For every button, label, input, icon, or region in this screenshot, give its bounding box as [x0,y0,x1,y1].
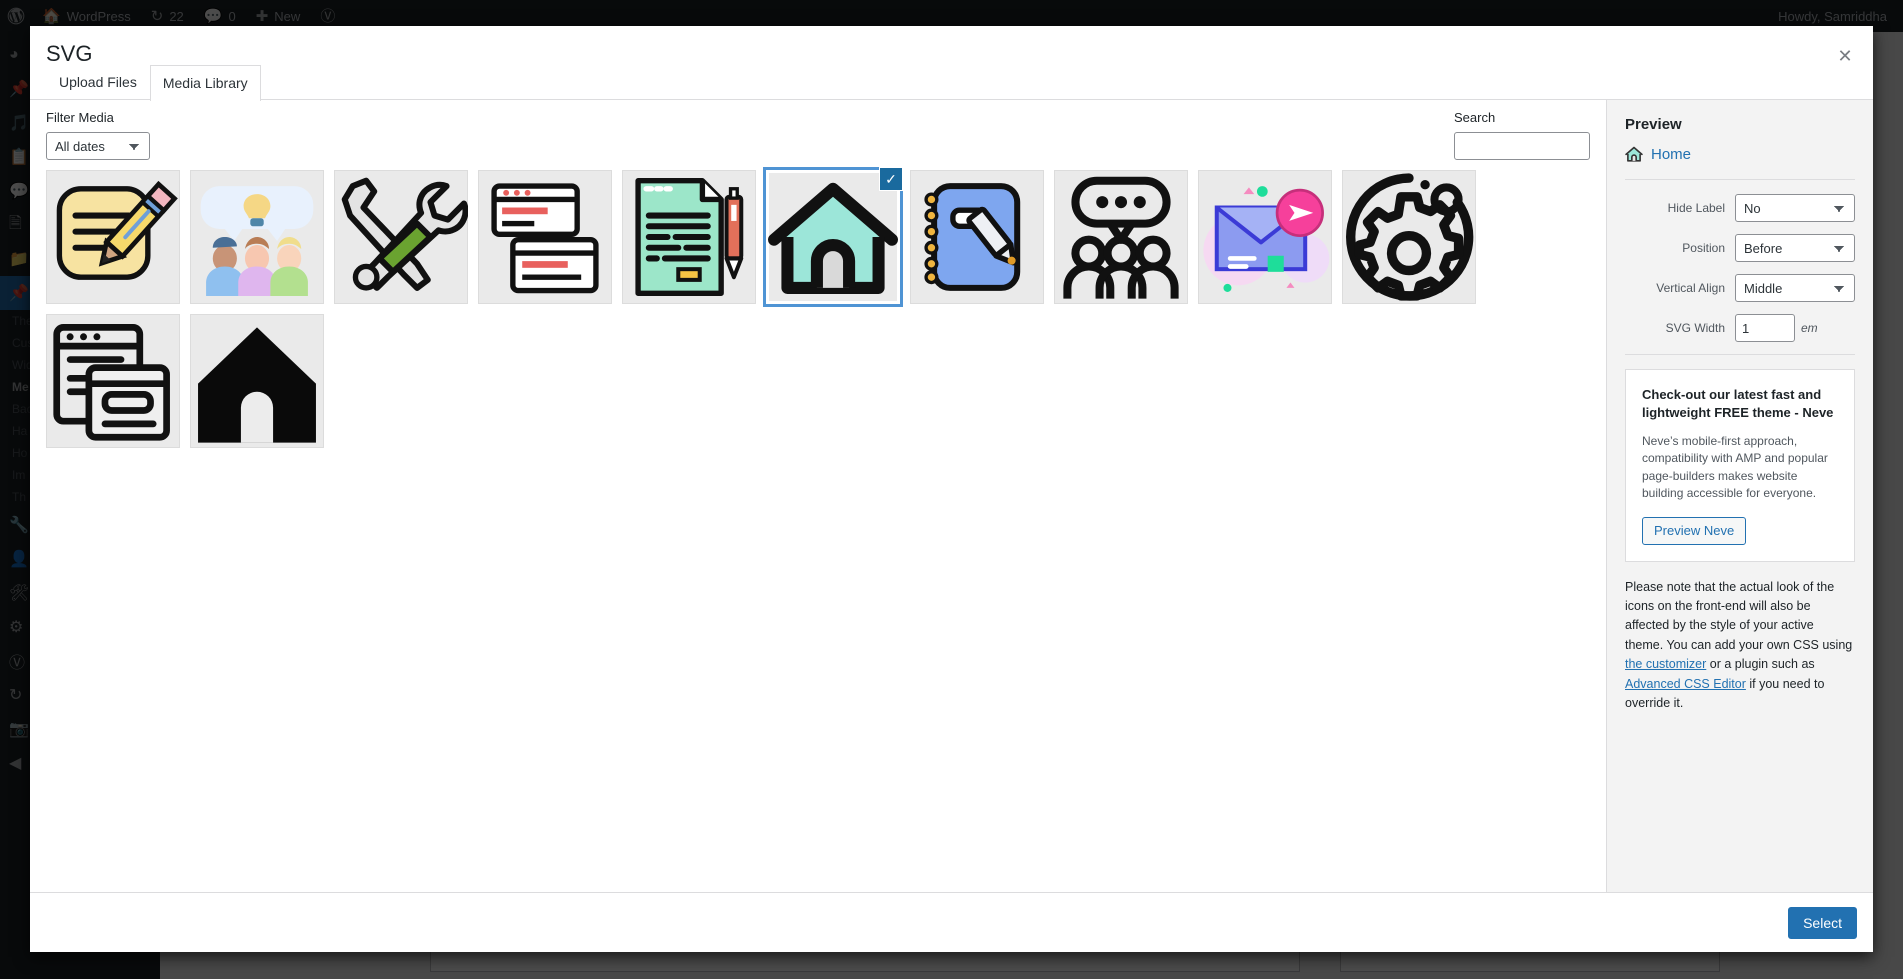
vertical-align-select[interactable]: Middle [1735,274,1855,302]
field-label: SVG Width [1665,321,1725,335]
tab-media-library[interactable]: Media Library [149,65,261,101]
field-control: em [1735,314,1855,342]
divider [1625,179,1855,180]
speech-people-icon [1063,176,1179,299]
people-lightbulb-icon [200,186,314,296]
close-icon[interactable]: ✕ [1827,38,1863,74]
modal-body: Filter Media All dates Search ✓ Preview … [30,100,1873,892]
attachment-notebook-pen-icon[interactable] [910,170,1044,304]
attachment-document-pen-icon[interactable] [622,170,756,304]
preview-sample: Home [1625,145,1855,165]
position-select[interactable]: Before [1735,234,1855,262]
field-control: Before [1735,234,1855,262]
field-label: Vertical Align [1656,281,1725,295]
divider [1625,354,1855,355]
search-input[interactable] [1454,132,1590,160]
notebook-pen-icon [924,183,1021,291]
media-library-modal: SVG ✕ Upload Files Media Library Filter … [30,26,1873,952]
field-control: Middle [1735,274,1855,302]
home-outline-icon [1625,146,1643,162]
attachment-wrench-screwdriver-icon[interactable] [334,170,468,304]
browser-layout-icon [53,324,170,441]
attachment-browser-layout-icon[interactable] [46,314,180,448]
envelope-send-icon [1203,186,1330,292]
media-toolbar: Filter Media All dates Search [30,100,1606,162]
preview-sidebar: Preview Home Hide Label No Position Befo… [1606,100,1873,892]
neve-promo-heading: Check-out our latest fast and lightweigh… [1642,387,1834,420]
filter-media-label: Filter Media [46,110,114,125]
preview-note: Please note that the actual look of the … [1625,578,1855,714]
neve-promo-description: Neve’s mobile-first approach, compatibil… [1642,434,1828,501]
svg-width-input[interactable] [1735,314,1795,342]
neve-promo-box: Check-out our latest fast and lightweigh… [1625,369,1855,562]
attachment-people-lightbulb-icon[interactable] [190,170,324,304]
select-button[interactable]: Select [1788,906,1857,939]
advanced-css-editor-link[interactable]: Advanced CSS Editor [1625,677,1746,691]
field-control: No [1735,194,1855,222]
date-filter-select[interactable]: All dates [46,132,150,160]
hide-label-select[interactable]: No [1735,194,1855,222]
field-label: Hide Label [1667,201,1725,215]
attachment-home-house-icon[interactable]: ✓ [765,167,903,305]
search-block: Search [1454,110,1590,160]
preview-sample-label: Home [1651,145,1692,163]
tab-upload-files[interactable]: Upload Files [46,64,150,100]
modal-header: SVG ✕ Upload Files Media Library [30,26,1873,101]
modal-tabs: Upload Files Media Library [46,64,261,101]
gear-settings-icon [1346,173,1474,301]
selected-check-icon: ✓ [879,167,903,191]
attachment-browser-windows-icon[interactable] [478,170,612,304]
document-pen-icon [635,178,744,296]
field-vertical-align: Vertical Align Middle [1625,274,1855,302]
field-label: Position [1682,241,1725,255]
svg-width-unit: em [1801,321,1818,335]
attachment-speech-people-icon[interactable] [1054,170,1188,304]
browser-windows-icon [491,183,599,294]
field-position: Position Before [1625,234,1855,262]
attachments-grid: ✓ [46,167,1590,448]
field-svg-width: SVG Width em [1625,314,1855,342]
search-label: Search [1454,110,1496,125]
modal-footer: Select [30,892,1873,952]
field-hide-label: Hide Label No [1625,194,1855,222]
preview-neve-button[interactable]: Preview Neve [1642,516,1747,545]
attachment-envelope-send-icon[interactable] [1198,170,1332,304]
customizer-link[interactable]: the customizer [1625,657,1706,671]
attachments-browser: Filter Media All dates Search ✓ [30,100,1606,892]
note-part1: Please note that the actual look of the … [1625,579,1853,652]
attachment-notepad-pencil-icon[interactable] [46,170,180,304]
attachment-home-solid-icon[interactable] [190,314,324,448]
preview-title: Preview [1625,116,1682,133]
attachment-gear-settings-icon[interactable] [1342,170,1476,304]
notepad-pencil-icon [56,180,178,280]
wrench-screwdriver-icon [341,177,468,291]
attachments-scroll-area[interactable]: ✓ [30,162,1606,892]
note-part2: or a plugin such as [1706,657,1815,672]
home-solid-icon [198,327,316,443]
